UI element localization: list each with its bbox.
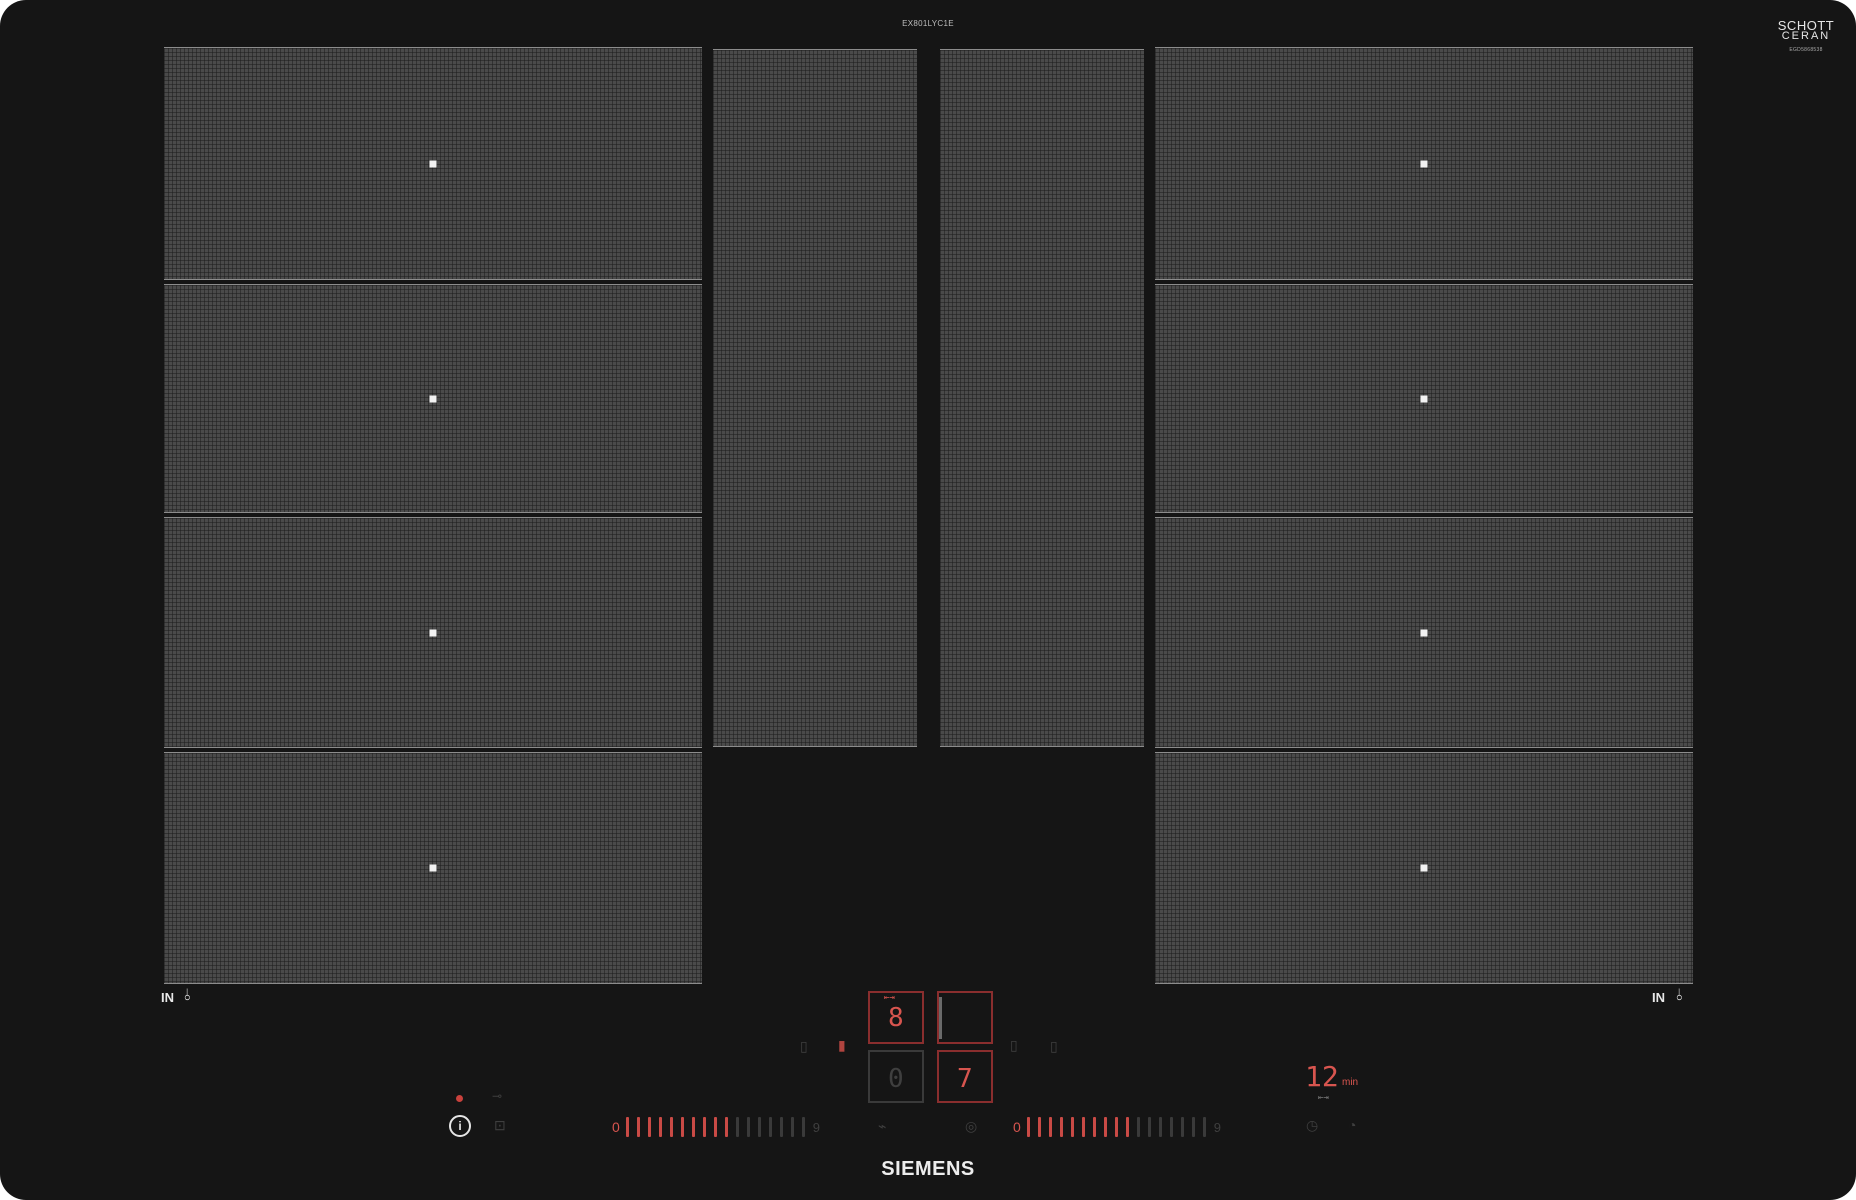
slider-tick[interactable]: [1191, 1117, 1195, 1137]
zone-center-marker: [429, 629, 437, 636]
flex-zone-label-right: IN: [1652, 990, 1665, 1005]
slider-tick[interactable]: [757, 1117, 761, 1137]
cooktop-glass: EX801LYC1E SCHOTT CERAN EGD5868538 IN ⫰ …: [0, 0, 1856, 1200]
boost-icon[interactable]: ⌁: [878, 1118, 886, 1135]
slider-tick[interactable]: [1048, 1117, 1052, 1137]
slider-tick[interactable]: [746, 1117, 750, 1137]
zone-display-bar: [939, 997, 942, 1039]
flex-zone-link-icon-right: ⫰: [1676, 987, 1683, 1004]
slider-tick[interactable]: [1103, 1117, 1107, 1137]
zone-center-marker: [429, 864, 437, 872]
slider-tick[interactable]: [1037, 1117, 1041, 1137]
zone-select-marker-left-2[interactable]: ▮: [838, 1037, 846, 1054]
zone-display-top-left[interactable]: ⇤⇥ 8: [868, 991, 924, 1044]
cooking-zone-center-right[interactable]: [940, 49, 1144, 747]
zone-center-marker: [429, 395, 437, 402]
key-lock-icon[interactable]: ⊸: [492, 1089, 502, 1103]
zone-center-marker: [429, 160, 437, 167]
stopwatch-icon[interactable]: ◔: [1348, 1117, 1356, 1133]
timer-symbol: ⇤⇥: [1318, 1093, 1329, 1103]
power-info-icon[interactable]: i: [449, 1115, 471, 1137]
slider-tick[interactable]: [625, 1117, 629, 1137]
settings-icon[interactable]: ◎: [965, 1118, 977, 1135]
cooking-zone-left-3[interactable]: [164, 517, 702, 748]
red-indicator-dot: [456, 1095, 463, 1102]
slider-tick[interactable]: [1202, 1117, 1206, 1137]
power-slider-left[interactable]: 0 9: [612, 1116, 820, 1138]
slider-tick[interactable]: [636, 1117, 640, 1137]
slider-tick[interactable]: [1092, 1117, 1096, 1137]
slider-ticks: [1026, 1117, 1214, 1137]
slider-tick[interactable]: [702, 1117, 706, 1137]
zone-center-marker: [1420, 629, 1428, 636]
glass-code: EGD5868538: [1789, 47, 1823, 53]
slider-tick[interactable]: [790, 1117, 794, 1137]
slider-tick[interactable]: [647, 1117, 651, 1137]
cooking-zone-left-4[interactable]: [164, 752, 702, 984]
cooking-zone-left-1[interactable]: [164, 47, 702, 280]
flex-zone-label-left: IN: [161, 990, 174, 1005]
slider-tick[interactable]: [1180, 1117, 1184, 1137]
cooking-zone-left-2[interactable]: [164, 284, 702, 513]
zone-display-top-right[interactable]: [937, 991, 993, 1044]
child-lock-icon[interactable]: ⊡: [494, 1117, 506, 1134]
slider-tick[interactable]: [735, 1117, 739, 1137]
slider-tick[interactable]: [713, 1117, 717, 1137]
power-slider-right[interactable]: 0 9: [1013, 1116, 1221, 1138]
slider-tick[interactable]: [1026, 1117, 1030, 1137]
zone-power-level: 8: [888, 1003, 904, 1033]
cooking-zone-right-4[interactable]: [1155, 752, 1693, 984]
slider-tick[interactable]: [691, 1117, 695, 1137]
zone-center-marker: [1420, 395, 1428, 402]
zone-display-bottom-right[interactable]: 7: [937, 1050, 993, 1103]
slider-tick[interactable]: [1169, 1117, 1173, 1137]
zone-select-marker-left-1[interactable]: ▯: [800, 1038, 808, 1055]
schott-ceran-logo: SCHOTT CERAN EGD5868538: [1776, 19, 1836, 56]
slider-tick[interactable]: [768, 1117, 772, 1137]
cooking-zone-right-1[interactable]: [1155, 47, 1693, 280]
slider-tick[interactable]: [1081, 1117, 1085, 1137]
slider-start-label: 0: [612, 1119, 620, 1135]
slider-end-label: 9: [1213, 1119, 1222, 1135]
cooking-zone-right-3[interactable]: [1155, 517, 1693, 748]
zone-power-level: 0: [888, 1064, 904, 1094]
zone-center-marker: [1420, 160, 1428, 167]
slider-tick[interactable]: [1114, 1117, 1118, 1137]
zone-select-marker-right-1[interactable]: ▯: [1010, 1037, 1018, 1054]
slider-tick[interactable]: [1125, 1117, 1129, 1137]
slider-tick[interactable]: [680, 1117, 684, 1137]
flex-zone-link-icon-left: ⫰: [184, 987, 191, 1004]
slider-tick[interactable]: [1070, 1117, 1074, 1137]
zone-display-bottom-left[interactable]: 0: [868, 1050, 924, 1103]
zone-select-marker-right-2[interactable]: ▯: [1050, 1038, 1058, 1055]
slider-tick[interactable]: [724, 1117, 728, 1137]
cooking-zone-right-2[interactable]: [1155, 284, 1693, 513]
slider-tick[interactable]: [1136, 1117, 1140, 1137]
cooking-zone-center-left[interactable]: [713, 49, 917, 747]
slider-tick[interactable]: [658, 1117, 662, 1137]
timer-value: 12: [1305, 1060, 1339, 1093]
model-code: EX801LYC1E: [902, 19, 954, 28]
schott-logo-line2: CERAN: [1781, 30, 1831, 42]
timer-unit: min: [1342, 1077, 1359, 1088]
slider-tick[interactable]: [779, 1117, 783, 1137]
brand-logo: SIEMENS: [881, 1158, 975, 1180]
zone-power-level: 7: [957, 1064, 973, 1094]
slider-ticks: [625, 1117, 813, 1137]
slider-tick[interactable]: [669, 1117, 673, 1137]
slider-tick[interactable]: [1059, 1117, 1063, 1137]
slider-tick[interactable]: [801, 1117, 805, 1137]
zone-display-symbol: ⇤⇥: [884, 993, 895, 1003]
slider-start-label: 0: [1013, 1119, 1021, 1135]
slider-tick[interactable]: [1158, 1117, 1162, 1137]
zone-center-marker: [1420, 864, 1428, 872]
slider-tick[interactable]: [1147, 1117, 1151, 1137]
timer-clock-icon[interactable]: ◷: [1306, 1117, 1318, 1134]
slider-end-label: 9: [812, 1119, 821, 1135]
